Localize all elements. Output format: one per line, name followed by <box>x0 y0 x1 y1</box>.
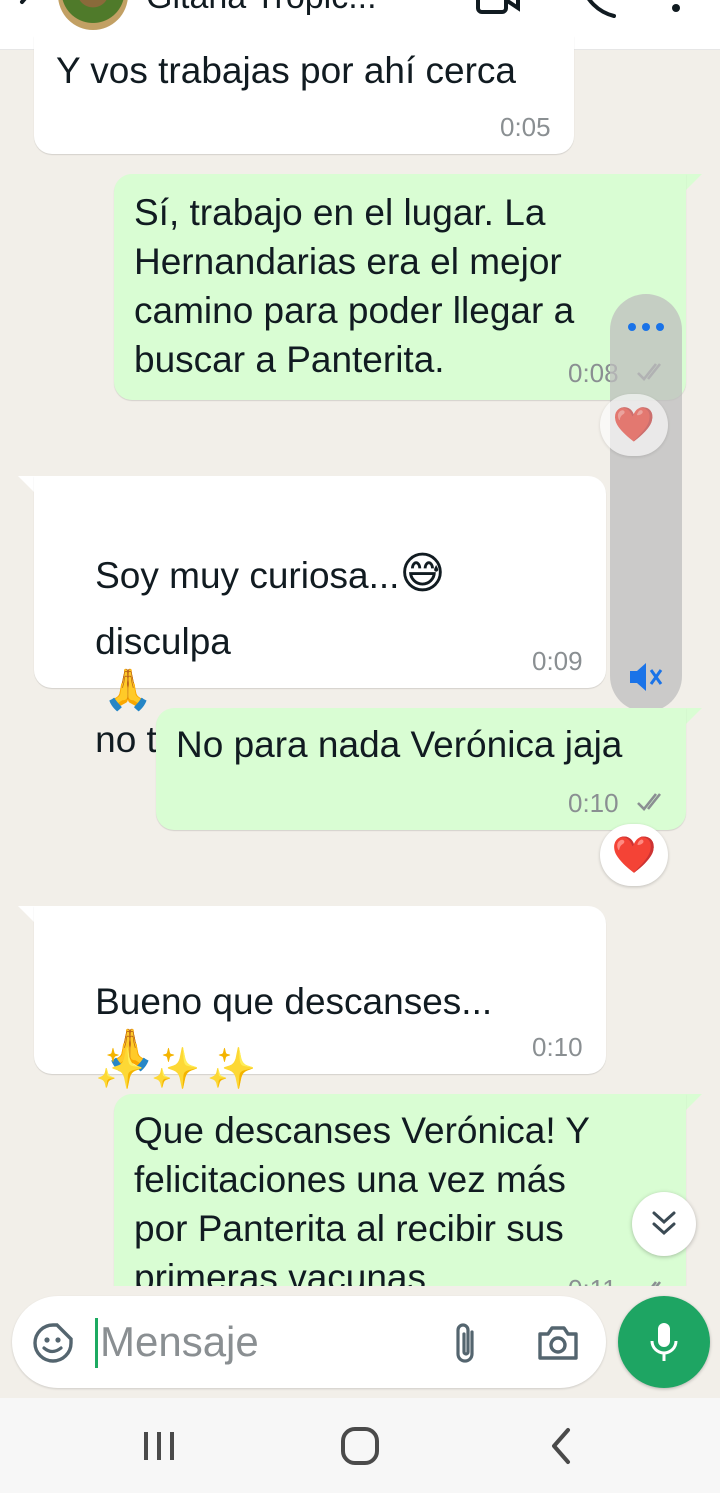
message-line: Que descanses Verónica! Y <box>134 1110 590 1151</box>
message-text: No para nada Verónica jaja <box>176 724 623 765</box>
more-vert-icon[interactable] <box>668 0 684 24</box>
camera-icon[interactable] <box>536 1324 580 1362</box>
message-bubble-incoming[interactable]: Y vos trabajas por ahí cerca 0:05 <box>34 36 574 154</box>
message-input-box[interactable]: Mensaje <box>12 1296 606 1388</box>
message-line: por Panterita al recibir sus <box>134 1208 564 1249</box>
message-bubble-outgoing[interactable]: Sí, trabajo en el lugar. La Hernandarias… <box>114 174 686 400</box>
message-bubble-incoming[interactable]: Bueno que descanses... 🙏 ✨✨✨ 0:10 <box>34 906 606 1092</box>
reaction-badge[interactable]: ❤️ <box>600 824 668 886</box>
avatar[interactable] <box>58 0 128 30</box>
message-line: felicitaciones una vez más <box>134 1159 566 1200</box>
message-time: 0:10 <box>568 788 619 818</box>
message-text: disculpa <box>95 621 231 662</box>
message-input[interactable]: Mensaje <box>100 1318 259 1366</box>
message-time: 0:09 <box>532 646 583 676</box>
folded-hands-emoji-icon: 🙏 <box>103 667 153 713</box>
sweat-smile-emoji-icon: 😅 <box>399 548 446 599</box>
phone-call-icon[interactable] <box>578 0 622 24</box>
reaction-overlay[interactable]: ❤️ <box>600 294 682 712</box>
voice-record-button[interactable] <box>618 1296 710 1388</box>
message-line: buscar a Panterita. <box>134 339 445 380</box>
home-icon[interactable] <box>340 1426 380 1466</box>
message-bubble-outgoing[interactable]: No para nada Verónica jaja 0:10 <box>156 708 686 830</box>
system-nav-bar <box>0 1398 720 1493</box>
sticker-emoji-icon[interactable] <box>32 1322 74 1364</box>
arrow-back-icon[interactable] <box>14 0 44 22</box>
composer-bar: Mensaje <box>0 1286 720 1398</box>
message-clip: Que descanses Verónica! Y felicitaciones… <box>0 1094 720 1286</box>
text-caret <box>95 1318 98 1368</box>
read-ticks-icon <box>637 793 662 811</box>
double-chevron-down-icon <box>652 1211 676 1236</box>
message-time: 0:10 <box>532 1032 583 1062</box>
recents-icon[interactable] <box>142 1430 176 1462</box>
heart-icon: ❤️ <box>612 405 656 445</box>
message-bubble-outgoing[interactable]: Que descanses Verónica! Y felicitaciones… <box>114 1094 686 1286</box>
reaction-badge[interactable]: ❤️ <box>600 394 668 456</box>
message-line: primeras vacunas <box>134 1257 427 1286</box>
contact-name[interactable]: Gitana Tropic... <box>146 0 377 17</box>
message-line: camino para poder llegar a <box>134 290 575 331</box>
message-line: Sí, trabajo en el lugar. La <box>134 192 546 233</box>
message-text: Y vos trabajas por ahí cerca <box>56 50 517 91</box>
scroll-to-bottom-button[interactable] <box>632 1192 696 1256</box>
nav-back-icon[interactable] <box>548 1426 574 1466</box>
paperclip-icon[interactable] <box>452 1320 480 1366</box>
sparkles-emoji-icon: ✨✨✨ <box>95 1046 263 1092</box>
heart-icon: ❤️ <box>611 835 657 876</box>
microphone-icon <box>650 1323 678 1361</box>
message-bubble-incoming[interactable]: Soy muy curiosa...😅 disculpa 🙏 no tomes … <box>34 476 606 760</box>
volume-off-icon[interactable] <box>628 660 664 694</box>
read-ticks-icon <box>651 1281 662 1286</box>
message-time: 0:05 <box>500 112 551 142</box>
video-call-icon[interactable] <box>476 0 520 24</box>
message-line: Hernandarias era el mejor <box>134 241 562 282</box>
more-horiz-icon[interactable] <box>626 320 666 334</box>
message-time: 0:11 <box>568 1274 617 1286</box>
